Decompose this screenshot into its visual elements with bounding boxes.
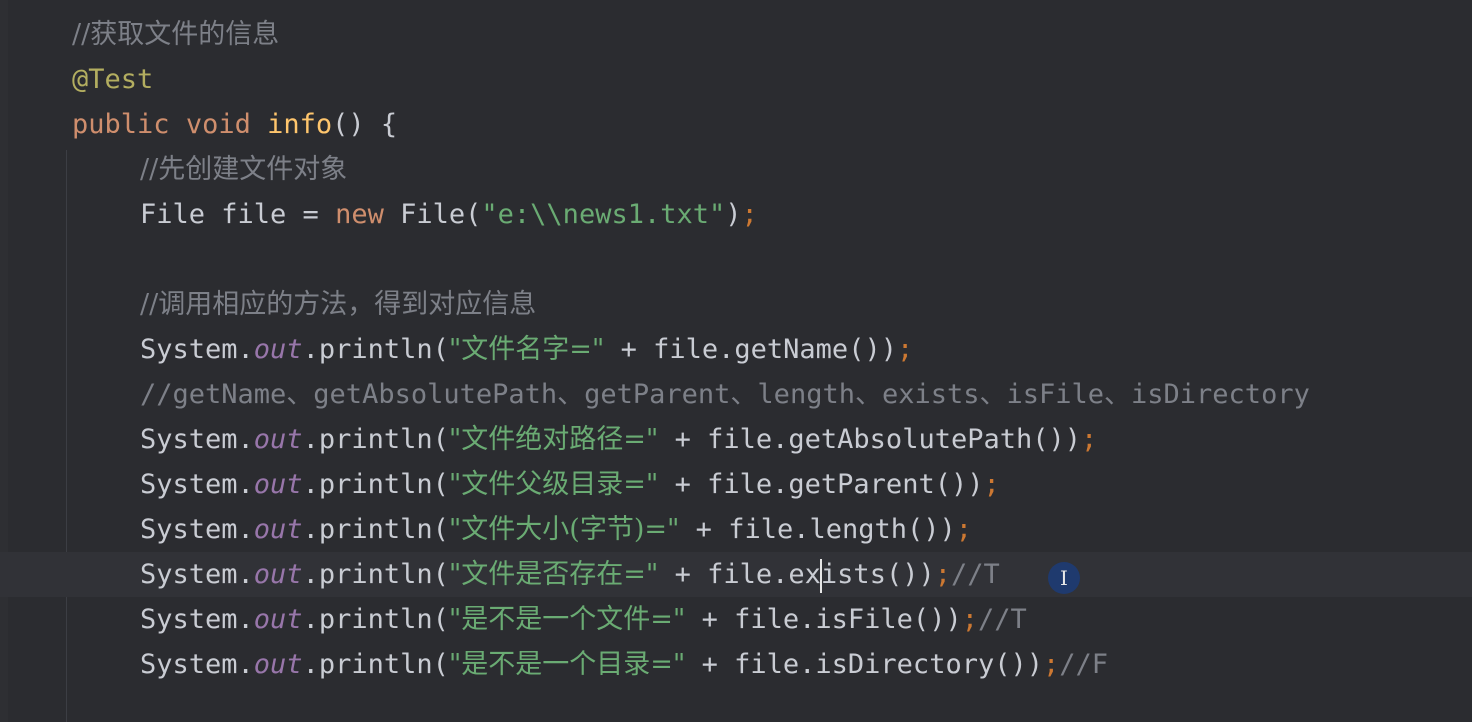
method-call: .println( xyxy=(302,469,449,500)
code-line-12[interactable]: System.out.println("文件大小(字节)=" + file.le… xyxy=(0,507,972,552)
expression: + file.getName()) xyxy=(604,334,897,365)
field-ref: out xyxy=(253,559,303,590)
comment: //getName、getAbsolutePath、getParent、leng… xyxy=(140,379,1310,410)
string-literal: "是不是一个文件=" xyxy=(448,604,686,635)
method-signature: public void info() { xyxy=(72,102,397,147)
code-line-15[interactable]: System.out.println("是不是一个目录=" + file.isD… xyxy=(0,642,1108,687)
string-literal: "文件绝对路径=" xyxy=(448,424,659,455)
code-line-2[interactable]: @Test xyxy=(0,57,153,102)
expression: + file.getAbsolutePath()) xyxy=(658,424,1081,455)
field-ref: out xyxy=(253,649,303,680)
code-line-7[interactable]: //调用相应的方法，得到对应信息 xyxy=(0,282,536,327)
method-call: .println( xyxy=(302,424,449,455)
code-editor[interactable]: //获取文件的信息 @Test public void info() { //先… xyxy=(0,0,1472,722)
comment: //获取文件的信息 xyxy=(72,19,280,50)
method-name: info xyxy=(267,109,333,140)
string-literal: "文件大小(字节)=" xyxy=(448,514,680,545)
code-line-11[interactable]: System.out.println("文件父级目录=" + file.getP… xyxy=(0,462,1000,507)
semicolon: ; xyxy=(896,334,914,365)
code-line-1[interactable]: //获取文件的信息 xyxy=(0,12,279,57)
code-line-3[interactable]: public void info() { xyxy=(0,102,397,147)
keyword: public xyxy=(72,109,170,140)
class-ref: System. xyxy=(140,649,254,680)
code-line-5[interactable]: File file = new File("e:\\news1.txt"); xyxy=(0,192,758,237)
field-ref: out xyxy=(253,514,303,545)
method-call: .println( xyxy=(302,649,449,680)
method-call: .println( xyxy=(302,559,449,590)
mouse-ibeam-icon: I xyxy=(1048,562,1080,594)
expression: + file.ex xyxy=(658,559,821,590)
comment: //调用相应的方法，得到对应信息 xyxy=(140,289,537,320)
annotation: @Test xyxy=(72,64,154,95)
expression: ists()) xyxy=(820,559,935,590)
method-call: .println( xyxy=(302,334,449,365)
class-ref: System. xyxy=(140,514,254,545)
semicolon: ; xyxy=(955,514,973,545)
keyword: void xyxy=(185,109,251,140)
constructor: File( xyxy=(383,199,482,230)
class-ref: System. xyxy=(140,604,254,635)
class-ref: System. xyxy=(140,559,254,590)
semicolon: ; xyxy=(961,604,978,635)
class-ref: System. xyxy=(140,424,254,455)
method-call: .println( xyxy=(302,514,449,545)
statement: System.out.println("文件名字=" + file.getNam… xyxy=(140,327,913,372)
field-ref: out xyxy=(253,469,303,500)
code-line-10[interactable]: System.out.println("文件绝对路径=" + file.getA… xyxy=(0,417,1097,462)
expression: + file.length()) xyxy=(679,514,956,545)
semicolon: ; xyxy=(741,199,758,230)
comment: //F xyxy=(1059,649,1109,680)
string-literal: "文件名字=" xyxy=(448,334,605,365)
comment: //先创建文件对象 xyxy=(140,154,348,185)
comment: //T xyxy=(977,604,1027,635)
keyword: new xyxy=(335,199,384,230)
code-line-14[interactable]: System.out.println("是不是一个文件=" + file.isF… xyxy=(0,597,1027,642)
semicolon: ; xyxy=(1042,649,1060,680)
indent-guide xyxy=(66,150,67,722)
semicolon: ; xyxy=(934,559,951,590)
field-ref: out xyxy=(253,424,303,455)
expression: + file.isDirectory()) xyxy=(685,649,1043,680)
punctuation: () { xyxy=(332,109,398,140)
expression: + file.isFile()) xyxy=(685,604,962,635)
statement: System.out.println("文件父级目录=" + file.getP… xyxy=(140,462,1000,507)
code-line-8[interactable]: System.out.println("文件名字=" + file.getNam… xyxy=(0,327,913,372)
field-ref: out xyxy=(253,334,303,365)
string-literal: "文件是否存在=" xyxy=(448,559,659,590)
expression: + file.getParent()) xyxy=(658,469,984,500)
field-ref: out xyxy=(253,604,303,635)
string-literal: "e:\\news1.txt" xyxy=(481,199,726,230)
declaration: File file = xyxy=(140,199,336,230)
string-literal: "是不是一个目录=" xyxy=(448,649,686,680)
semicolon: ; xyxy=(983,469,1000,500)
class-ref: System. xyxy=(140,334,254,365)
statement: System.out.println("是不是一个文件=" + file.isF… xyxy=(140,597,1027,642)
method-call: .println( xyxy=(302,604,449,635)
comment: //T xyxy=(950,559,1000,590)
statement: System.out.println("文件大小(字节)=" + file.le… xyxy=(140,507,972,552)
code-line-4[interactable]: //先创建文件对象 xyxy=(0,147,347,192)
class-ref: System. xyxy=(140,469,254,500)
string-literal: "文件父级目录=" xyxy=(448,469,659,500)
semicolon: ; xyxy=(1081,424,1098,455)
punctuation: ) xyxy=(725,199,742,230)
statement: System.out.println("文件绝对路径=" + file.getA… xyxy=(140,417,1097,462)
statement: System.out.println("是不是一个目录=" + file.isD… xyxy=(140,642,1108,687)
statement: System.out.println("文件是否存在=" + file.exis… xyxy=(140,552,1000,597)
code-line-13-current[interactable]: System.out.println("文件是否存在=" + file.exis… xyxy=(0,552,1472,597)
statement: File file = new File("e:\\news1.txt"); xyxy=(140,192,758,237)
code-line-9[interactable]: //getName、getAbsolutePath、getParent、leng… xyxy=(0,372,1310,417)
